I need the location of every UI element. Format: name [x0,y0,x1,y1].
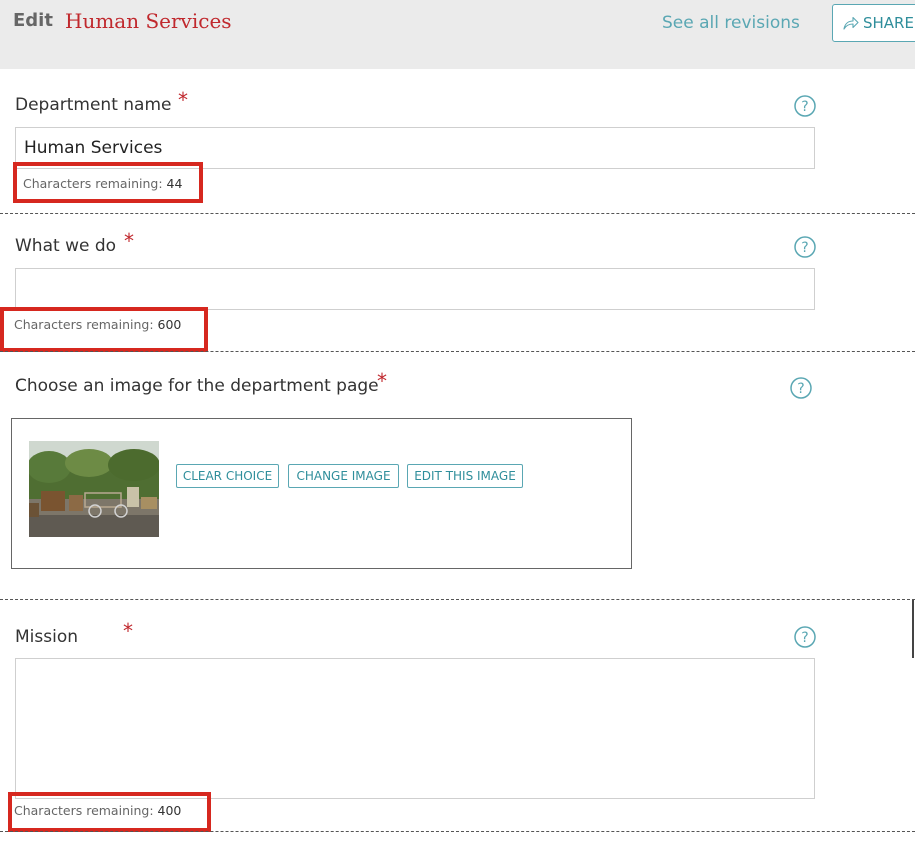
section-divider [0,831,915,832]
edit-this-image-button[interactable]: EDIT THIS IMAGE [407,464,523,488]
counter-value: 44 [166,176,183,191]
edit-header: Edit Human Services See all revisions SH… [0,0,915,69]
share-arrow-icon [843,16,859,30]
help-icon[interactable]: ? [794,95,816,117]
share-button[interactable]: SHARE [832,4,915,42]
svg-text:?: ? [797,381,804,397]
required-asterisk: * [123,619,133,643]
image-field-label: Choose an image for the department page [15,376,379,396]
see-all-revisions-link[interactable]: See all revisions [662,13,800,33]
svg-text:?: ? [801,630,808,646]
what-we-do-char-counter: Characters remaining: 600 [14,317,181,332]
scrollbar-edge[interactable] [912,600,914,658]
svg-text:?: ? [801,240,808,256]
department-name-input[interactable] [15,127,815,169]
mission-textarea[interactable] [15,658,815,799]
svg-text:?: ? [801,99,808,115]
counter-label: Characters remaining: [14,803,154,818]
change-image-button[interactable]: CHANGE IMAGE [288,464,399,488]
counter-label: Characters remaining: [23,176,163,191]
help-icon[interactable]: ? [790,377,812,399]
help-icon[interactable]: ? [794,626,816,648]
counter-value: 600 [157,317,182,332]
department-name-label: Department name [15,95,172,115]
image-chooser-panel: CLEAR CHOICE CHANGE IMAGE EDIT THIS IMAG… [11,418,632,569]
edit-label: Edit [13,10,53,31]
section-divider [0,599,915,600]
required-asterisk: * [124,229,134,253]
counter-label: Characters remaining: [14,317,154,332]
mission-char-counter: Characters remaining: 400 [14,803,181,818]
required-asterisk: * [377,369,387,393]
what-we-do-input[interactable] [15,268,815,310]
required-asterisk: * [178,88,188,112]
mission-label: Mission [15,627,79,647]
counter-value: 400 [157,803,182,818]
what-we-do-label: What we do [15,236,117,256]
share-label: SHARE [863,14,914,32]
section-divider [0,213,915,214]
department-name-char-counter: Characters remaining: 44 [23,176,182,191]
page-title: Human Services [65,9,232,33]
help-icon[interactable]: ? [794,236,816,258]
section-divider [0,351,915,352]
clear-choice-button[interactable]: CLEAR CHOICE [176,464,279,488]
department-image-thumbnail[interactable] [29,441,159,537]
